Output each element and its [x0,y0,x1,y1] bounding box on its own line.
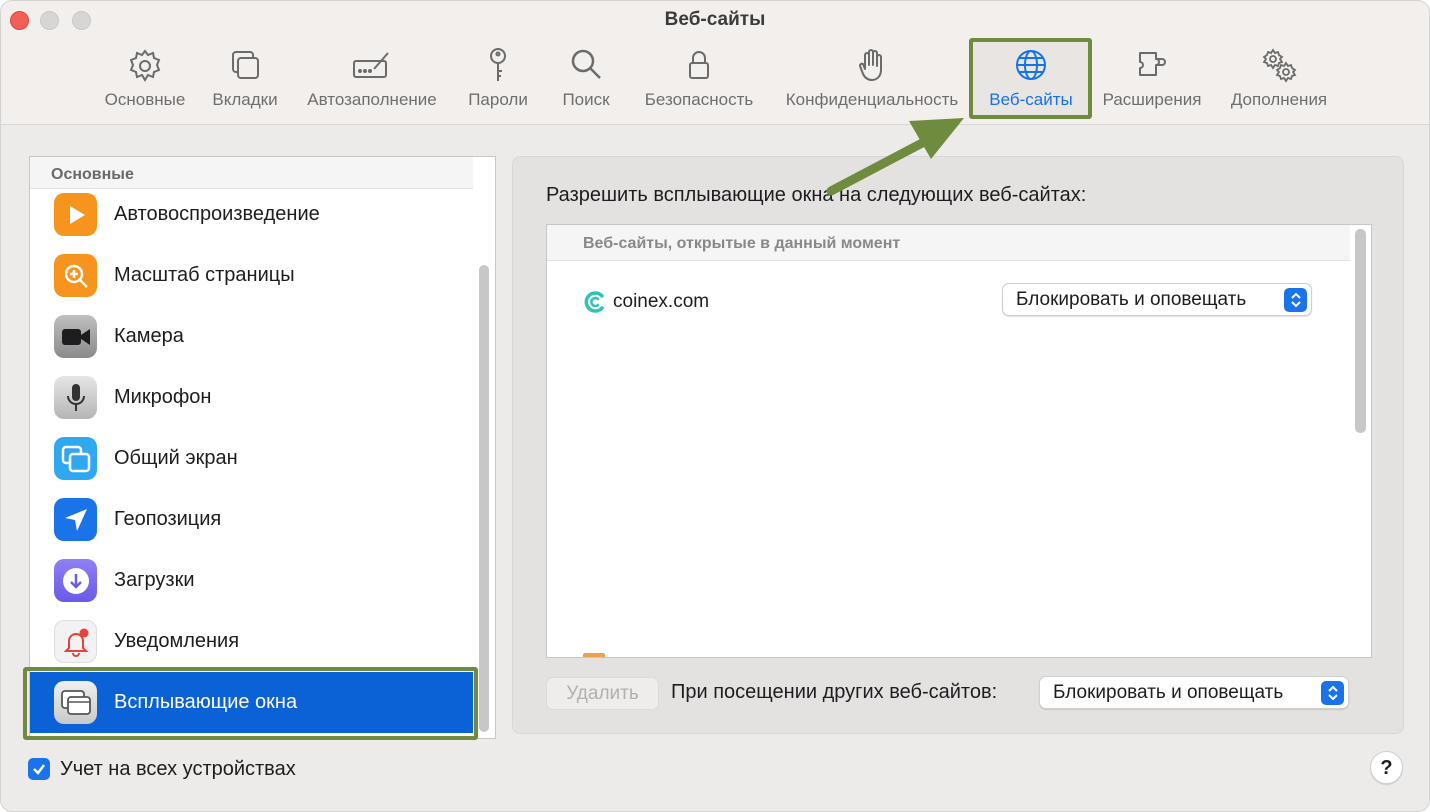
camera-icon [54,315,97,358]
gears-icon [1262,48,1297,83]
toolbar-tab-extensions[interactable]: Расширения [1098,45,1206,111]
annotation-highlight-popups-item [23,667,478,740]
sidebar-item-label: Уведомления [114,630,240,652]
lock-icon [689,51,709,79]
toolbar-tab-general[interactable]: Основные [101,45,189,111]
other-sites-label: При посещении других веб-сайтов: [671,681,998,703]
sidebar-item-autoplay[interactable]: Автовоспроизведение [30,184,473,245]
partial-row-icon [583,653,605,657]
toolbar-label: Дополнения [1230,90,1328,109]
globe-icon [1016,50,1046,80]
sidebar-item-page-zoom[interactable]: Масштаб страницы [30,245,473,306]
sidebar-item-screen-share[interactable]: Общий экран [30,428,473,489]
toolbar-tab-advanced[interactable]: Дополнения [1225,45,1333,111]
sidebar-item-downloads[interactable]: Загрузки [30,550,473,611]
site-name: coinex.com [613,291,710,312]
gear-icon [129,49,161,82]
sidebar-item-label: Камера [114,325,184,347]
preferences-window: Веб-сайты Основные Вкладки Автозаполнени… [0,0,1430,812]
location-icon [54,498,97,541]
play-icon [54,193,97,236]
toolbar-label: Конфиденциальность [785,90,959,109]
sidebar-item-label: Загрузки [114,569,195,591]
toolbar-label: Веб-сайты [989,90,1073,109]
coinex-icon [584,291,604,313]
toolbar-tab-security[interactable]: Безопасность [639,45,759,111]
sidebar-item-camera[interactable]: Камера [30,306,473,367]
zoom-icon [54,254,97,297]
table-row[interactable]: coinex.com Блокировать и оповещать [547,273,1350,325]
search-icon [571,49,601,79]
titlebar: Веб-сайты Основные Вкладки Автозаполнени… [1,1,1429,125]
toolbar-label: Поиск [562,90,610,109]
sidebar-item-label: Геопозиция [114,508,222,530]
websites-table: Веб-сайты, открытые в данный момент coin… [546,224,1372,658]
toolbar-tab-passwords[interactable]: Пароли [464,45,532,111]
sidebar-item-microphone[interactable]: Микрофон [30,367,473,428]
sidebar: Основные Автовоспроизведение Масштаб стр… [29,156,496,739]
sync-label: Учет на всех устройствах [60,758,296,780]
window-title: Веб-сайты [664,9,766,30]
screen-share-icon [54,437,97,480]
downloads-icon [54,559,97,602]
sidebar-item-location[interactable]: Геопозиция [30,489,473,550]
bell-icon [54,620,97,663]
sidebar-item-label: Автовоспроизведение [114,203,320,225]
hand-icon [859,49,882,81]
delete-button[interactable]: Удалить [546,677,659,710]
sidebar-item-label: Общий экран [114,447,238,469]
sidebar-item-label: Микрофон [114,386,212,408]
sidebar-item-notifications[interactable]: Уведомления [30,611,473,672]
toolbar-tab-autofill[interactable]: Автозаполнение [301,45,443,111]
tabs-icon [232,51,259,79]
toolbar-label: Расширения [1102,90,1202,109]
select-value: Блокировать и оповещать [1053,682,1284,703]
sync-checkbox[interactable] [28,758,50,780]
toolbar-tab-tabs[interactable]: Вкладки [209,45,281,111]
table-scrollbar[interactable] [1355,229,1366,433]
help-button[interactable]: ? [1370,751,1403,784]
toolbar-label: Безопасность [644,90,754,109]
popups-settings-panel: Разрешить всплывающие окна на следующих … [512,156,1404,734]
panel-title: Разрешить всплывающие окна на следующих … [546,184,1087,206]
site-popup-setting-select[interactable]: Блокировать и оповещать [1002,283,1312,316]
select-value: Блокировать и оповещать [1016,289,1247,310]
toolbar-label: Вкладки [212,90,278,109]
microphone-icon [54,376,97,419]
chevron-updown-icon [1321,681,1344,705]
table-header: Веб-сайты, открытые в данный момент [547,225,1350,261]
sidebar-item-label: Масштаб страницы [114,264,295,286]
toolbar-tab-privacy[interactable]: Конфиденциальность [779,45,965,111]
toolbar-tab-websites[interactable]: Веб-сайты [985,45,1077,111]
toolbar-label: Основные [104,90,186,109]
checkmark-icon [33,764,45,775]
puzzle-icon [1139,52,1166,76]
other-sites-select[interactable]: Блокировать и оповещать [1039,676,1349,709]
chevron-updown-icon [1284,288,1307,312]
sidebar-scrollbar[interactable] [479,265,489,732]
key-icon [490,48,506,81]
toolbar-label: Пароли [468,90,528,109]
toolbar-tab-search[interactable]: Поиск [556,45,616,111]
toolbar-label: Автозаполнение [307,90,437,109]
autofill-icon [353,52,389,78]
